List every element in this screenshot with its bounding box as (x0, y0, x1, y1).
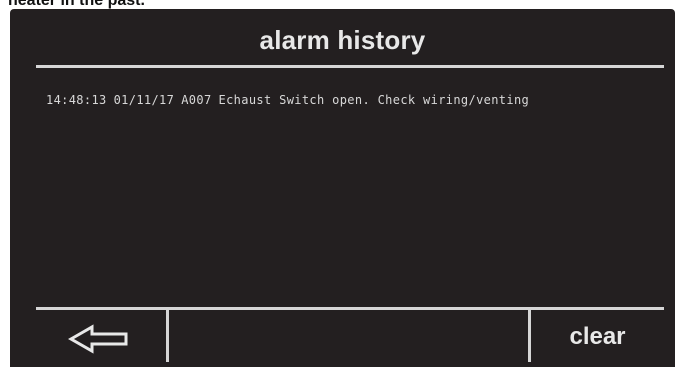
alarm-time: 14:48:13 (46, 93, 107, 107)
document-caption: heater in the past. (8, 0, 145, 9)
alarm-message: Echaust Switch open. Check wiring/ventin… (218, 93, 530, 107)
alarm-date: 01/11/17 (113, 93, 175, 107)
alarm-code: A007 (181, 93, 212, 107)
footer-empty-area (169, 310, 528, 367)
back-button[interactable] (36, 310, 164, 367)
page: heater in the past. alarm history 14:48:… (0, 0, 683, 367)
alarm-list: 14:48:13 01/11/17 A007 Echaust Switch open.… (46, 92, 666, 108)
clear-button-label: clear (569, 322, 626, 350)
alarm-entry: 14:48:13 01/11/17 A007 Echaust Switch open.… (46, 92, 666, 108)
left-arrow-icon (68, 323, 128, 354)
title-divider (36, 65, 664, 68)
controller-screen: alarm history 14:48:13 01/11/17 A007 Echaus… (10, 9, 675, 367)
clear-button[interactable]: clear (531, 310, 664, 367)
screen-title: alarm history (259, 25, 426, 55)
